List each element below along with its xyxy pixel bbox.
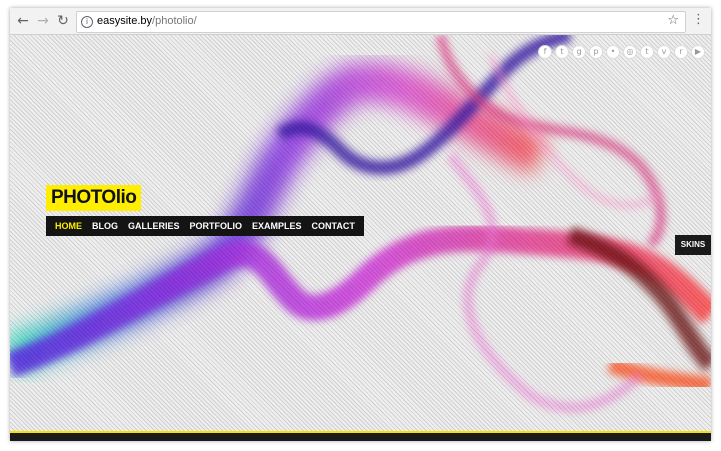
youtube-icon[interactable]: ▶ <box>691 45 705 59</box>
back-icon[interactable]: ← <box>14 12 32 30</box>
info-icon[interactable]: i <box>81 16 93 28</box>
url-path: /photolio/ <box>152 15 197 27</box>
nav-item-contact[interactable]: CONTACT <box>307 216 360 236</box>
nav-item-portfolio[interactable]: PORTFOLIO <box>185 216 248 236</box>
pinterest-icon[interactable]: p <box>589 45 603 59</box>
instagram-icon[interactable]: ◎ <box>623 45 637 59</box>
url-text: easysite.by/photolio/ <box>97 15 197 27</box>
bookmark-star-icon[interactable]: ☆ <box>667 13 679 28</box>
page-viewport: f t g p • ◎ t v r ▶ PHOTOlio HOME BLOG G… <box>10 35 711 441</box>
reload-icon[interactable]: ↻ <box>54 12 72 30</box>
rss-icon[interactable]: r <box>674 45 688 59</box>
nav-item-home[interactable]: HOME <box>50 216 87 236</box>
address-bar[interactable]: i easysite.by/photolio/ ☆ <box>76 11 686 33</box>
site-logo[interactable]: PHOTOlio <box>46 185 142 211</box>
social-icons: f t g p • ◎ t v r ▶ <box>538 45 705 59</box>
flickr-icon[interactable]: • <box>606 45 620 59</box>
tumblr-icon[interactable]: t <box>640 45 654 59</box>
skins-button[interactable]: SKINS <box>675 235 711 255</box>
facebook-icon[interactable]: f <box>538 45 552 59</box>
nav-item-examples[interactable]: EXAMPLES <box>247 216 307 236</box>
nav-item-galleries[interactable]: GALLERIES <box>123 216 185 236</box>
twitter-icon[interactable]: t <box>555 45 569 59</box>
google-plus-icon[interactable]: g <box>572 45 586 59</box>
footer-bar <box>10 431 711 441</box>
url-host: easysite.by <box>97 15 153 27</box>
browser-toolbar: ← → ↻ i easysite.by/photolio/ ☆ ⋮ <box>10 8 711 35</box>
forward-icon[interactable]: → <box>34 12 52 30</box>
browser-menu-icon[interactable]: ⋮ <box>692 12 705 27</box>
nav-item-blog[interactable]: BLOG <box>87 216 123 236</box>
main-navigation: HOME BLOG GALLERIES PORTFOLIO EXAMPLES C… <box>46 216 364 236</box>
vimeo-icon[interactable]: v <box>657 45 671 59</box>
browser-window: ← → ↻ i easysite.by/photolio/ ☆ ⋮ f t g … <box>10 8 711 441</box>
